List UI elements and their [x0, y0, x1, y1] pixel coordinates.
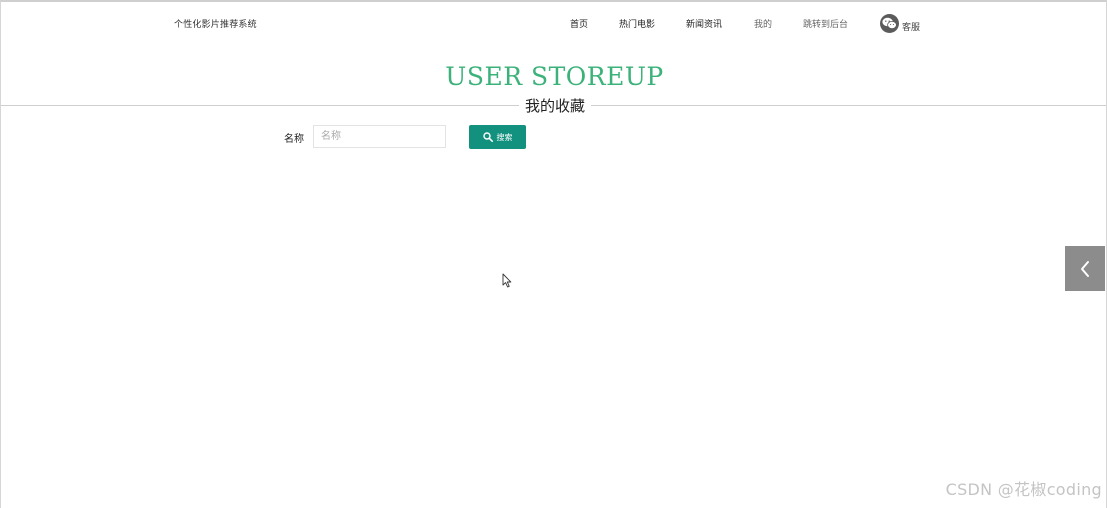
chevron-left-icon	[1081, 260, 1089, 277]
wechat-icon	[880, 13, 899, 33]
watermark: CSDN @花椒coding	[945, 480, 1102, 499]
mouse-cursor-icon	[502, 273, 512, 288]
search-button-label: 搜索	[496, 132, 513, 142]
nav-home[interactable]: 首页	[570, 17, 588, 30]
search-form: 名称 搜索	[1, 125, 1106, 150]
search-name-input[interactable]	[313, 125, 446, 148]
nav-admin-jump[interactable]: 跳转到后台	[803, 17, 848, 30]
search-name-label: 名称	[284, 134, 304, 145]
customer-service-link[interactable]: 客服	[880, 13, 920, 33]
browser-viewport: 个性化影片推荐系统 首页 热门电影 新闻资讯 我的 跳转到后台 客服 USER …	[0, 0, 1107, 508]
nav-hot-movies[interactable]: 热门电影	[619, 17, 655, 30]
top-navigation-bar: 个性化影片推荐系统 首页 热门电影 新闻资讯 我的 跳转到后台 客服	[1, 2, 1106, 46]
nav-news[interactable]: 新闻资讯	[686, 17, 722, 30]
site-name: 个性化影片推荐系统	[174, 20, 257, 30]
nav-mine[interactable]: 我的	[754, 17, 772, 30]
page-subtitle: 我的收藏	[519, 95, 592, 116]
search-icon	[482, 132, 493, 142]
page-title: USER STOREUP	[445, 62, 664, 91]
customer-service-label: 客服	[902, 22, 921, 33]
search-button[interactable]: 搜索	[469, 125, 526, 149]
side-panel-toggle[interactable]	[1065, 246, 1105, 291]
